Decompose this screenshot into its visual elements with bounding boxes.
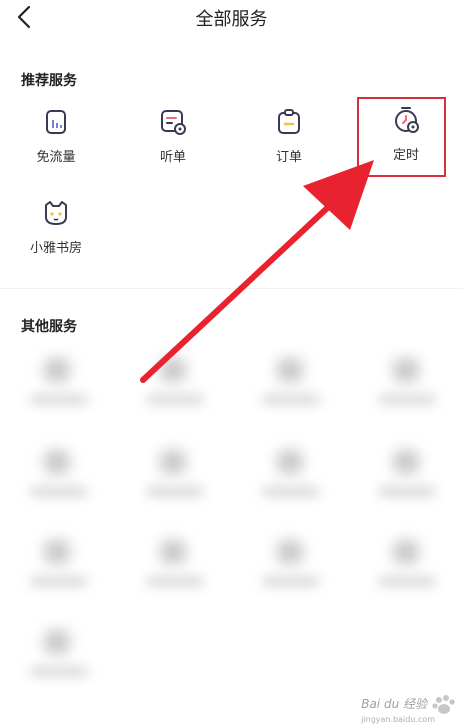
watermark-url: jingyan.baidu.com: [361, 715, 435, 724]
order-clipboard-icon: [278, 109, 300, 134]
page-title: 全部服务: [195, 9, 268, 30]
service-label: 免流量: [36, 150, 76, 165]
service-listen-list[interactable]: 听单: [133, 108, 213, 184]
recommended-section-title: 推荐服务: [21, 73, 77, 89]
service-label: 听单: [159, 150, 186, 165]
section-divider: [0, 288, 463, 289]
service-label: 小雅书房: [29, 241, 82, 256]
service-orders[interactable]: 订单: [249, 108, 329, 184]
cat-face-icon: [45, 201, 67, 225]
watermark-text: Bai du 经验: [361, 697, 427, 711]
blurred-services-grid: [0, 340, 463, 728]
listen-list-icon: [161, 110, 186, 135]
other-section-title: 其他服务: [21, 319, 77, 335]
service-data-free[interactable]: 免流量: [16, 108, 96, 184]
service-label: 订单: [275, 150, 302, 165]
data-free-icon: [46, 110, 66, 134]
service-xiaoya-study[interactable]: 小雅书房: [16, 199, 96, 275]
nav-bar: 全部服务: [0, 0, 463, 34]
timer-highlight-box: [357, 97, 446, 177]
